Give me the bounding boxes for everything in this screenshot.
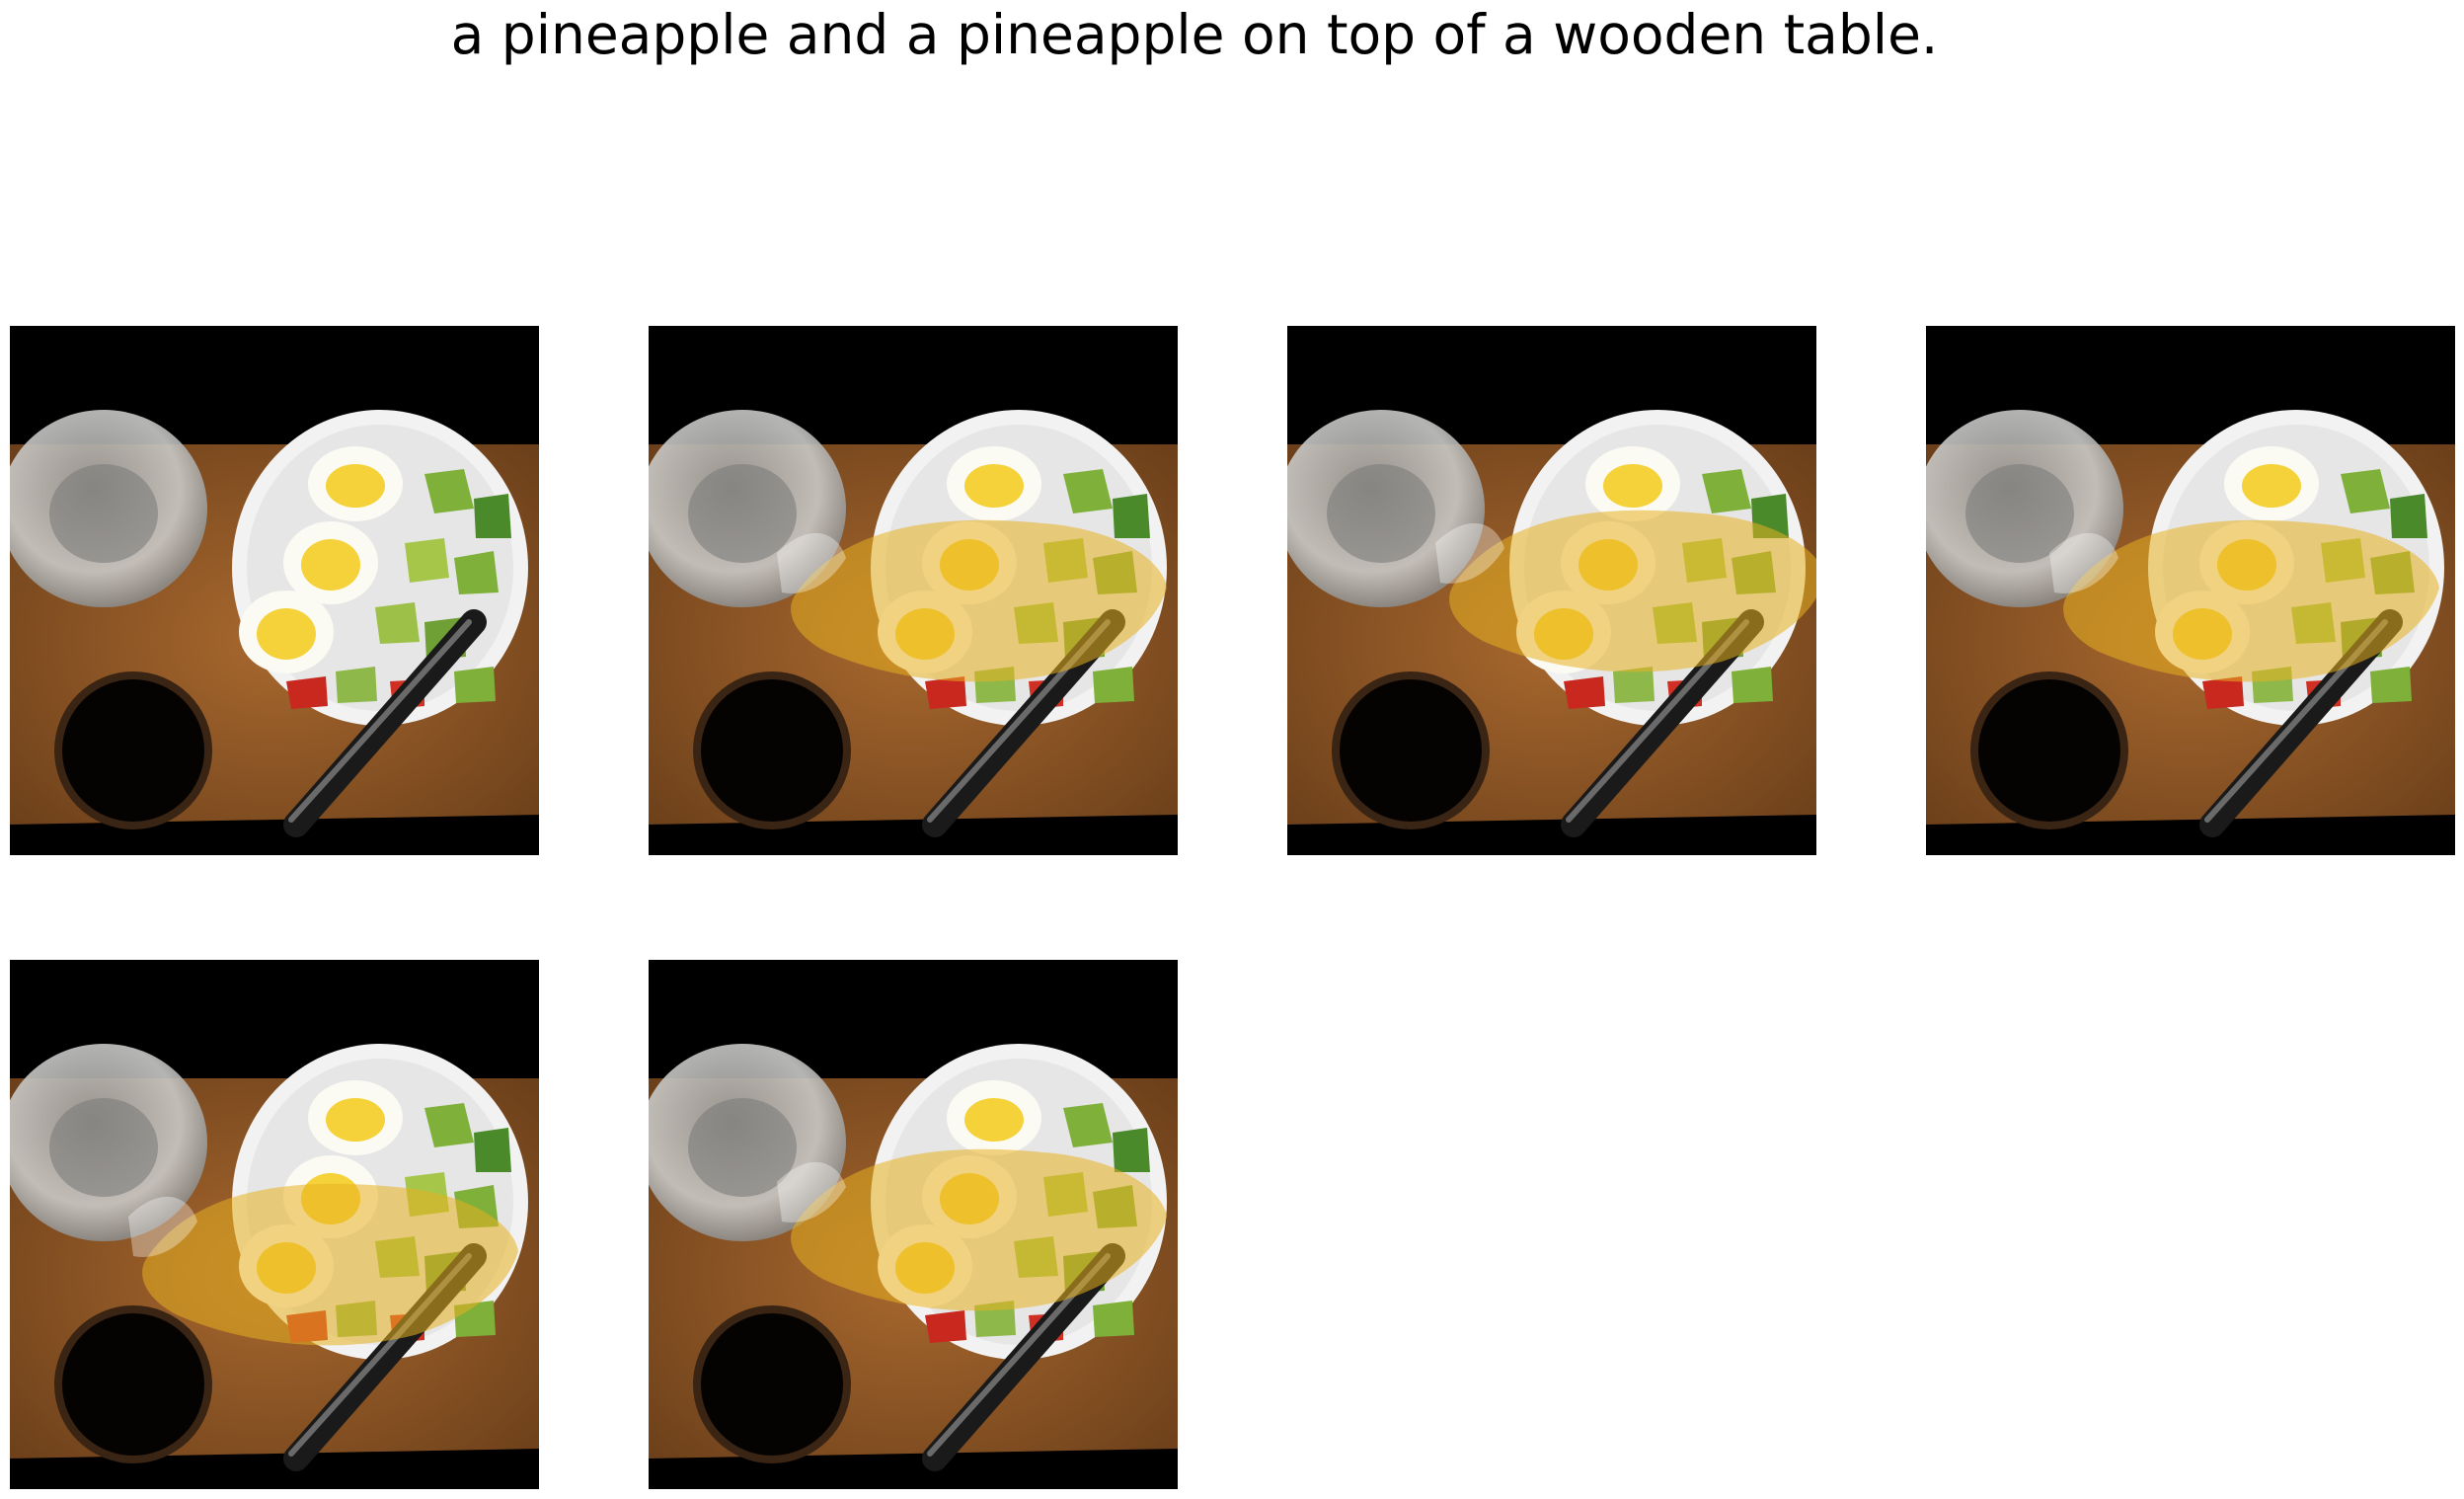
food-photo-original [10,326,539,855]
food-photo-edited-5 [649,960,1178,1489]
food-photo-edited-1 [649,326,1178,855]
food-photo-edited-2 [1287,326,1816,855]
figure-title: a pineapple and a pineapple on top of a … [450,3,1939,66]
food-photo-edited-4 [10,960,539,1489]
food-photo-edited-3 [1926,326,2455,855]
